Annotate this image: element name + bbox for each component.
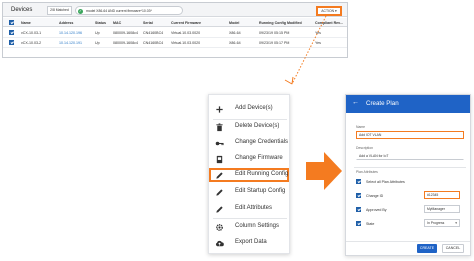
cell-compliant: Yes [315, 30, 321, 35]
change-id-input[interactable]: #12345 [424, 191, 460, 199]
action-menu: Add Device(s) Delete Device(s) Change Cr… [208, 94, 290, 254]
pencil-icon [216, 189, 223, 196]
menu-divider [213, 218, 287, 219]
column-header[interactable]: Serial [143, 21, 153, 25]
menu-item-edit-attributes[interactable]: Edit Attributes [209, 202, 289, 216]
select-all-attributes-checkbox[interactable] [356, 179, 361, 184]
attribute-label: Change ID [366, 193, 384, 198]
menu-item-change-credentials[interactable]: Change Credentials [209, 136, 289, 150]
pencil-icon [216, 172, 223, 179]
column-header[interactable]: Model [229, 21, 239, 25]
plus-icon [216, 106, 223, 113]
name-input[interactable]: Add IOT VLAN [356, 131, 464, 139]
cell-serial: CN4160BC4 [143, 30, 164, 35]
filter-text: model X86-64 AND current firmware^10.03* [86, 8, 152, 13]
menu-item-change-firmware[interactable]: Change Firmware [209, 152, 289, 166]
column-header[interactable]: Running Config Modified [259, 21, 302, 25]
cell-address-link[interactable]: 10.14.120.196 [59, 31, 82, 35]
composite-screenshot: Devices 2/8 Matched ✓ model X86-64 AND c… [0, 0, 474, 261]
cell-address-link[interactable]: 10.14.120.191 [59, 41, 82, 45]
devices-toolbar: Devices 2/8 Matched ✓ model X86-64 AND c… [3, 3, 347, 17]
state-select[interactable]: In Progress ▾ [424, 219, 460, 227]
menu-item-column-settings[interactable]: Column Settings [209, 220, 289, 234]
cancel-button[interactable]: CANCEL [442, 244, 464, 253]
row-checkbox[interactable] [9, 30, 14, 35]
cell-mac: 080009-1608c4 [113, 30, 138, 35]
attribute-checkbox[interactable] [356, 207, 361, 212]
devices-tab[interactable]: Devices [11, 7, 32, 13]
menu-item-export-data[interactable]: Export Data [209, 236, 289, 250]
cell-modified: 09/23/19 05:15 PM [259, 30, 290, 35]
table-row[interactable]: vCX-10.03-2 10.14.120.191 Up 080009-1608… [3, 38, 347, 48]
flow-arrow-icon [306, 152, 342, 190]
menu-item-edit-startup-config[interactable]: Edit Startup Config [209, 185, 289, 199]
cloud-upload-icon [215, 240, 224, 247]
cell-name: vCX-10.03-1 [21, 30, 42, 35]
plan-attributes-label: Plan Attributes [356, 170, 378, 174]
cell-model: X86-64 [229, 40, 241, 45]
description-label: Description [356, 146, 373, 150]
chip-icon [216, 155, 223, 164]
cell-serial: CN4160BC4 [143, 40, 164, 45]
cell-mac: 080009-1608c4 [113, 40, 138, 45]
table-row[interactable]: vCX-10.03-1 10.14.120.196 Up 080009-1608… [3, 28, 347, 38]
column-header[interactable]: MAC [113, 21, 121, 25]
state-select-value: In Progress [427, 221, 445, 225]
menu-item-delete-devices[interactable]: Delete Device(s) [209, 120, 289, 134]
select-all-checkbox[interactable] [9, 19, 14, 25]
pencil-icon [216, 206, 223, 213]
cell-modified: 09/23/19 05:17 PM [259, 40, 290, 45]
name-label: Name [356, 125, 366, 129]
column-header[interactable]: Address [59, 21, 73, 25]
cell-status: Up [95, 40, 100, 45]
table-header: Name Address Status MAC Serial Current F… [3, 18, 347, 27]
action-button[interactable]: ACTION ▾ [316, 6, 342, 16]
chevron-down-icon: ▾ [455, 221, 457, 225]
dialog-footer-divider [346, 241, 470, 242]
menu-item-add-devices[interactable]: Add Device(s) [209, 102, 289, 116]
section-divider [354, 167, 466, 168]
select-all-attributes-label: Select all Plan Attributes [366, 179, 405, 184]
cell-firmware: Virtual.10.03.0020 [171, 40, 201, 45]
column-header[interactable]: Name [21, 21, 31, 25]
create-plan-dialog: ← Create Plan Name Add IOT VLAN Descript… [345, 94, 471, 256]
cell-name: vCX-10.03-2 [21, 40, 42, 45]
column-header[interactable]: Status [95, 21, 106, 25]
cell-compliant: Yes [315, 40, 321, 45]
description-input[interactable]: Add a VLAN for IoT [356, 152, 464, 160]
matched-count: 2/8 Matched [47, 6, 72, 15]
check-icon: ✓ [78, 8, 83, 14]
key-icon [215, 141, 224, 146]
cell-model: X86-64 [229, 30, 241, 35]
column-header[interactable]: Compliant Rev... [315, 21, 343, 25]
arrow-left-icon[interactable]: ← [352, 99, 359, 106]
dialog-title: Create Plan [366, 100, 399, 107]
attribute-checkbox[interactable] [356, 193, 361, 198]
attribute-label: State [366, 221, 375, 226]
gear-icon [216, 224, 223, 231]
dialog-header: ← Create Plan [346, 95, 470, 113]
cell-status: Up [95, 30, 100, 35]
create-button[interactable]: CREATE [417, 244, 437, 253]
filter-chip[interactable]: ✓ model X86-64 AND current firmware^10.0… [75, 6, 183, 15]
menu-item-edit-running-config[interactable]: Edit Running Config [209, 168, 289, 182]
approved-by-input[interactable]: MyManager [424, 205, 460, 213]
cell-firmware: Virtual.10.03.0020 [171, 30, 201, 35]
attribute-label: Approved By [366, 207, 387, 212]
attribute-checkbox[interactable] [356, 221, 361, 226]
row-checkbox[interactable] [9, 40, 14, 45]
column-header[interactable]: Current Firmware [171, 21, 201, 25]
trash-icon [216, 123, 223, 132]
devices-panel: Devices 2/8 Matched ✓ model X86-64 AND c… [2, 2, 348, 58]
